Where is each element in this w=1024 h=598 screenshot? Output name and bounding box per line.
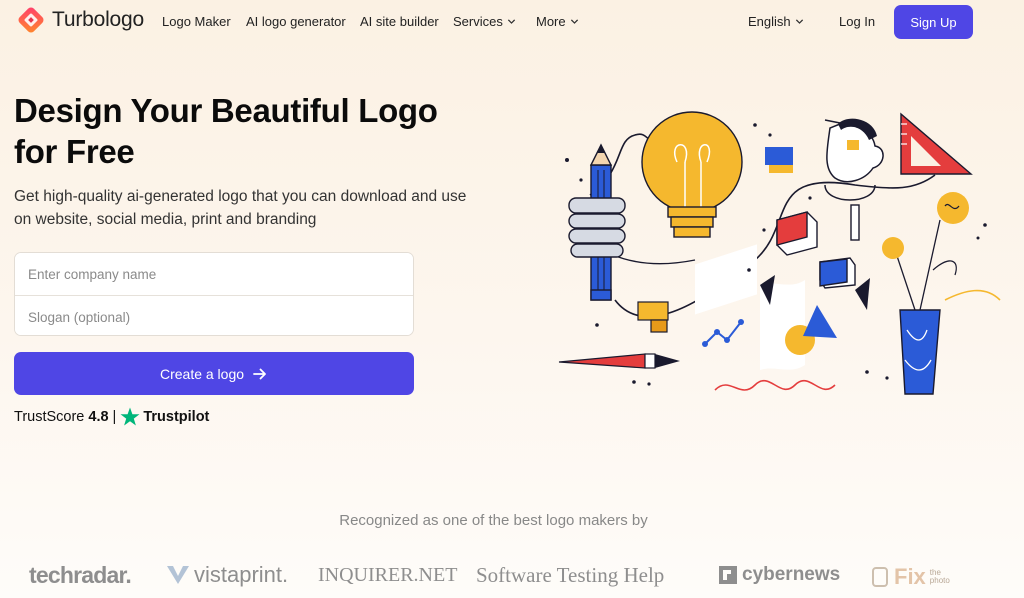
pencil-hand-icon — [568, 143, 626, 301]
nav-label: AI site builder — [360, 14, 439, 29]
brand-cybernews: cybernews — [718, 564, 840, 586]
nav-label: Services — [453, 14, 503, 29]
brand-label: cybernews — [742, 564, 841, 585]
subtitle-line: Get high-quality ai-generated logo that … — [14, 188, 467, 205]
subtitle-line: on website, social media, print and bran… — [14, 211, 317, 228]
trustpilot-label: Trustpilot — [143, 408, 210, 425]
light-bulb-icon — [641, 111, 743, 238]
star-icon — [120, 407, 140, 426]
trustpilot-brand: Trustpilot — [120, 407, 209, 426]
nav-ai-site-builder[interactable]: AI site builder — [360, 14, 439, 29]
brand-techradar: techradar. — [29, 562, 132, 589]
top-navigation: Turbologo Logo Maker AI logo generator A… — [0, 0, 1024, 44]
nav-label: More — [536, 14, 566, 29]
brand-software-testing-help: Software Testing Help — [476, 563, 664, 588]
person-face-icon — [824, 118, 884, 241]
fixthephoto-icon — [872, 567, 888, 587]
chevron-down-icon — [570, 19, 578, 24]
yellow-flag — [637, 301, 669, 321]
logo-text: Turbologo — [52, 8, 144, 31]
language-label: English — [748, 14, 791, 29]
create-logo-button[interactable]: Create a logo — [14, 352, 414, 395]
brand-suffix: the photo — [929, 568, 950, 585]
arrow-right-icon — [253, 368, 266, 379]
trust-score: 4.8 — [88, 408, 109, 425]
yellow-flag — [650, 319, 668, 333]
trust-label: TrustScore — [14, 408, 85, 425]
title-line: Design Your Beautiful Logo — [14, 92, 438, 129]
triangle-ruler-icon — [900, 112, 973, 175]
trustscore[interactable]: TrustScore 4.8 | Trustpilot — [14, 407, 209, 426]
chevron-down-icon — [795, 19, 803, 24]
blue-cube-icon — [819, 257, 856, 289]
page-title: Design Your Beautiful Logo for Free — [14, 90, 514, 172]
trust-separator: | — [112, 408, 117, 425]
recognized-heading: Recognized as one of the best logo maker… — [0, 512, 987, 529]
shapes-flag-icon — [760, 275, 870, 370]
brand-inquirer: INQUIRER.NET — [318, 564, 457, 587]
login-link[interactable]: Log In — [839, 14, 875, 29]
company-name-input[interactable] — [15, 253, 413, 295]
nav-label: AI logo generator — [246, 14, 346, 29]
recognized-label: Recognized as one of the best logo maker… — [339, 512, 648, 529]
create-logo-label: Create a logo — [159, 365, 245, 382]
brand-label: Fix — [894, 564, 926, 589]
brand-fixthephoto: Fix the photo — [872, 564, 952, 590]
login-label: Log In — [839, 14, 876, 29]
red-cube-icon — [776, 211, 818, 256]
yellow-bar — [769, 165, 793, 173]
chevron-down-icon — [507, 19, 515, 24]
cybernews-icon — [719, 566, 737, 584]
logo-form — [14, 252, 414, 336]
slogan-input[interactable] — [15, 296, 413, 335]
title-line: for Free — [14, 133, 135, 170]
vistaprint-v-icon — [167, 566, 189, 584]
hero-illustration — [558, 111, 1001, 395]
wave-line — [714, 379, 836, 391]
blue-square — [765, 147, 793, 165]
brand-label: techradar. — [29, 562, 132, 588]
fountain-pen-icon — [558, 353, 680, 369]
page-subtitle: Get high-quality ai-generated logo that … — [14, 185, 514, 231]
vase-flowers-icon — [882, 192, 1001, 395]
brand-logo[interactable]: Turbologo — [16, 5, 144, 35]
brand-vistaprint: vistaprint. — [166, 562, 288, 588]
brand-logos-row: techradar. vistaprint. INQUIRER.NET Soft… — [0, 556, 1024, 596]
nav-ai-logo-generator[interactable]: AI logo generator — [246, 14, 346, 29]
nav-label: Logo Maker — [162, 14, 231, 29]
signup-label: Sign Up — [910, 14, 957, 30]
brand-label: INQUIRER.NET — [318, 564, 458, 586]
nav-services-dropdown[interactable]: Services — [453, 14, 516, 29]
language-selector[interactable]: English — [748, 14, 804, 29]
nav-more-dropdown[interactable]: More — [536, 14, 579, 29]
brand-label: Software Testing Help — [476, 563, 665, 587]
signup-button[interactable]: Sign Up — [894, 5, 973, 39]
brand-label: vistaprint. — [194, 562, 289, 587]
turbologo-diamond-icon — [18, 7, 44, 33]
chart-flag-icon — [695, 244, 757, 347]
nav-logo-maker[interactable]: Logo Maker — [162, 14, 231, 29]
